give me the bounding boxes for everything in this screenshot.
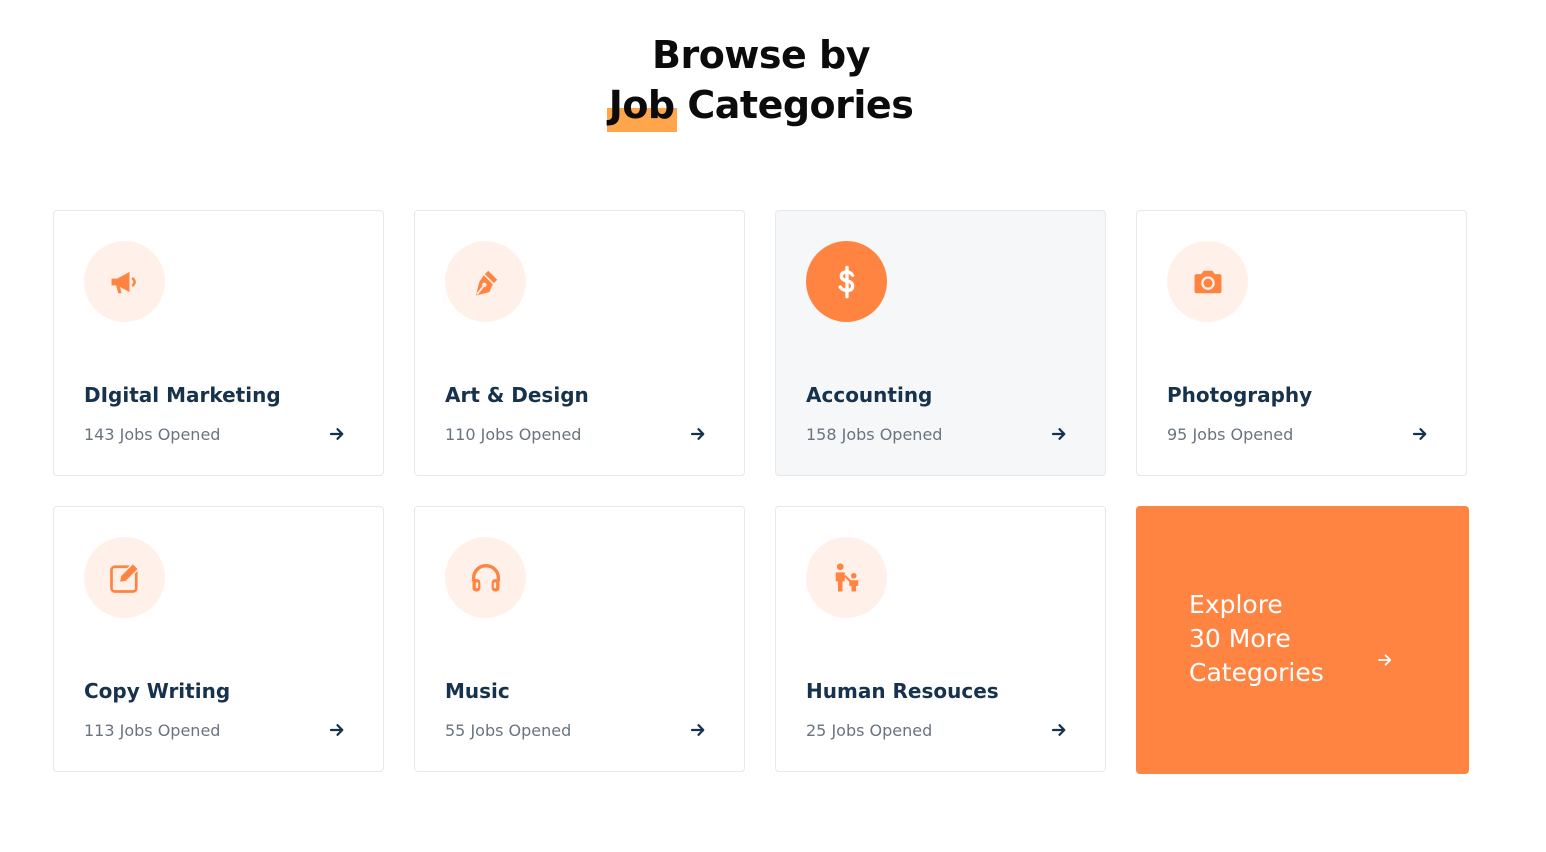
section-heading: Browse by Job Categories [0, 30, 1522, 132]
category-card-digital-marketing[interactable]: DIgital Marketing 143 Jobs Opened [53, 210, 384, 476]
category-count: 55 Jobs Opened [445, 721, 572, 740]
category-card-art-design[interactable]: Art & Design 110 Jobs Opened [414, 210, 745, 476]
category-count: 143 Jobs Opened [84, 425, 221, 444]
category-count: 113 Jobs Opened [84, 721, 221, 740]
job-categories-section: Browse by Job Categories DIgital Marketi… [0, 0, 1546, 852]
heading-line-2: Job Categories [0, 80, 1522, 132]
category-title: Human Resouces [806, 679, 999, 703]
heading-rest: Categories [687, 83, 914, 127]
category-card-accounting[interactable]: Accounting 158 Jobs Opened [775, 210, 1106, 476]
parent-child-icon [835, 562, 858, 591]
category-card-music[interactable]: Music 55 Jobs Opened [414, 506, 745, 772]
arrow-right-icon[interactable] [1051, 722, 1067, 738]
arrow-right-icon[interactable] [690, 426, 706, 442]
category-card-photography[interactable]: Photography 95 Jobs Opened [1136, 210, 1467, 476]
category-card-copy-writing[interactable]: Copy Writing 113 Jobs Opened [53, 506, 384, 772]
icon-circle [1167, 241, 1248, 322]
category-title: DIgital Marketing [84, 383, 281, 407]
megaphone-icon [111, 271, 136, 293]
category-count: 95 Jobs Opened [1167, 425, 1294, 444]
icon-circle [84, 241, 165, 322]
explore-line-1: Explore [1189, 590, 1283, 619]
camera-icon [1194, 270, 1221, 293]
icon-circle [445, 241, 526, 322]
heading-line-1: Browse by [651, 33, 871, 77]
heading-highlight: Job [606, 80, 677, 132]
category-count: 110 Jobs Opened [445, 425, 582, 444]
pen-nib-icon [475, 270, 497, 295]
explore-line-3: Categories [1189, 658, 1324, 687]
icon-circle [806, 241, 887, 322]
arrow-right-icon[interactable] [690, 722, 706, 738]
arrow-right-icon[interactable] [1377, 652, 1393, 668]
arrow-right-icon[interactable] [1412, 426, 1428, 442]
arrow-right-icon[interactable] [329, 426, 345, 442]
category-count: 25 Jobs Opened [806, 721, 933, 740]
category-card-human-resources[interactable]: Human Resouces 25 Jobs Opened [775, 506, 1106, 772]
icon-circle [806, 537, 887, 618]
category-title: Music [445, 679, 510, 703]
explore-text: Explore 30 More Categories [1189, 588, 1324, 690]
category-title: Copy Writing [84, 679, 231, 703]
edit-icon [109, 561, 139, 593]
explore-more-button[interactable]: Explore 30 More Categories [1136, 506, 1469, 774]
category-title: Art & Design [445, 383, 589, 407]
category-count: 158 Jobs Opened [806, 425, 943, 444]
arrow-right-icon[interactable] [329, 722, 345, 738]
dollar-icon [838, 265, 854, 298]
arrow-right-icon[interactable] [1051, 426, 1067, 442]
explore-line-2: 30 More [1189, 624, 1291, 653]
category-title: Accounting [806, 383, 933, 407]
headphones-icon [471, 563, 500, 591]
icon-circle [445, 537, 526, 618]
category-title: Photography [1167, 383, 1313, 407]
icon-circle [84, 537, 165, 618]
